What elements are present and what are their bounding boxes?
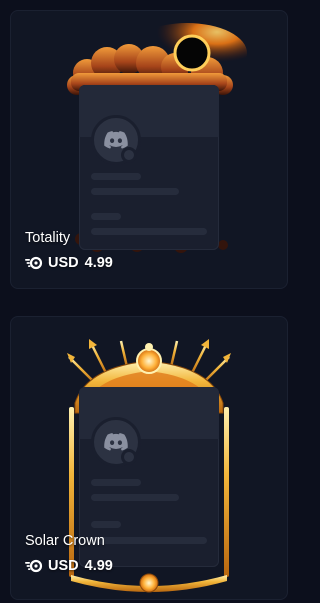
discord-icon <box>104 131 128 149</box>
item-price: USD 4.99 <box>25 255 113 271</box>
item-name: Totality <box>25 230 71 246</box>
status-dot <box>121 449 137 465</box>
placeholder-line <box>91 479 141 486</box>
item-name: Solar Crown <box>25 533 105 549</box>
price-currency: USD <box>48 558 79 574</box>
placeholder-line <box>91 213 121 220</box>
nitro-icon <box>25 256 43 270</box>
price-amount: 4.99 <box>84 558 113 574</box>
product-card-totality[interactable]: Totality USD 4.99 <box>10 10 288 289</box>
placeholder-line <box>91 228 207 235</box>
price-amount: 4.99 <box>84 255 113 271</box>
placeholder-line <box>91 537 207 544</box>
placeholder-line <box>91 173 141 180</box>
profile-placeholder <box>79 85 219 250</box>
item-price: USD 4.99 <box>25 558 113 574</box>
placeholder-line <box>91 521 121 528</box>
placeholder-line <box>91 494 179 501</box>
status-dot <box>121 147 137 163</box>
frame-preview-totality <box>67 23 247 253</box>
discord-icon <box>104 433 128 451</box>
product-card-solar-crown[interactable]: Solar Crown USD 4.99 <box>10 316 288 600</box>
nitro-icon <box>25 559 43 573</box>
placeholder-line <box>91 188 179 195</box>
price-currency: USD <box>48 255 79 271</box>
